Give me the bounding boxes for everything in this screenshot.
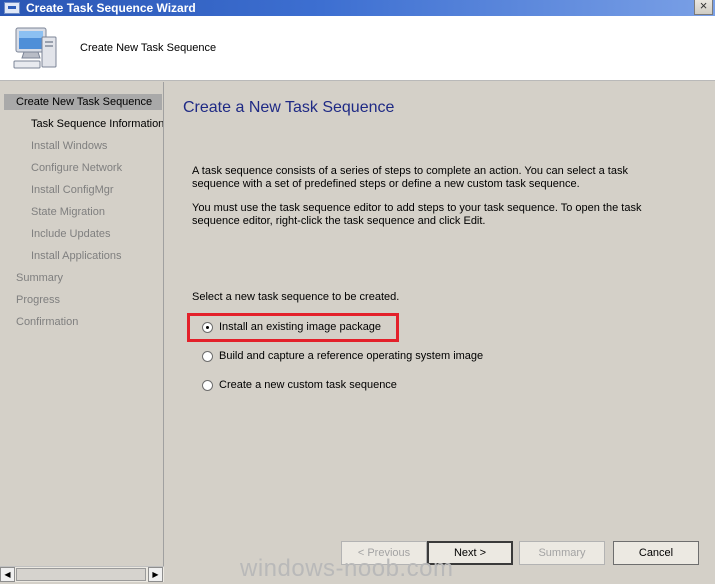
computer-icon [13,27,57,69]
scroll-right-icon[interactable]: ▶ [148,567,163,582]
option-label[interactable]: Install an existing image package [219,321,381,333]
nav-item-install-windows[interactable]: Install Windows [31,139,107,153]
nav-item-create-new-task-sequence[interactable]: Create New Task Sequence [4,94,162,110]
nav-item-include-updates[interactable]: Include Updates [31,227,111,241]
watermark: windows-noob.com [240,555,454,582]
radio-button[interactable] [202,351,213,362]
editor-instructions-paragraph: You must use the task sequence editor to… [192,202,642,227]
nav-item-state-migration[interactable]: State Migration [31,205,105,219]
description-paragraph: A task sequence consists of a series of … [192,165,628,190]
nav-item-install-configmgr[interactable]: Install ConfigMgr [31,183,114,197]
wizard-app-icon [4,2,20,14]
radio-button-selected[interactable] [202,322,213,333]
scroll-left-icon[interactable]: ◀ [0,567,15,582]
nav-horizontal-scrollbar[interactable]: ◀ ▶ [0,566,164,582]
close-button[interactable]: × [694,0,713,15]
nav-item-confirmation[interactable]: Confirmation [16,315,78,329]
option-label[interactable]: Create a new custom task sequence [219,379,397,391]
task-sequence-type-label: Select a new task sequence to be created… [192,291,400,303]
summary-button[interactable]: Summary [519,541,605,565]
header-subtitle: Create New Task Sequence [80,42,217,54]
option-label[interactable]: Build and capture a reference operating … [219,350,483,362]
wizard-header: Create New Task Sequence [0,16,715,81]
nav-item-progress[interactable]: Progress [16,293,60,307]
nav-item-configure-network[interactable]: Configure Network [31,161,122,175]
cancel-button[interactable]: Cancel [613,541,699,565]
title-bar: Create Task Sequence Wizard × [0,0,715,16]
nav-item-install-applications[interactable]: Install Applications [31,249,122,263]
window-title: Create Task Sequence Wizard [26,1,196,15]
wizard-steps-nav: Create New Task Sequence Task Sequence I… [0,82,164,566]
wizard-main-panel: Create a New Task Sequence A task sequen… [167,82,715,584]
scrollbar-thumb[interactable] [16,568,146,581]
radio-button[interactable] [202,380,213,391]
nav-item-task-sequence-information[interactable]: Task Sequence Information [31,117,163,131]
nav-item-summary[interactable]: Summary [16,271,63,285]
page-title: Create a New Task Sequence [183,99,395,116]
